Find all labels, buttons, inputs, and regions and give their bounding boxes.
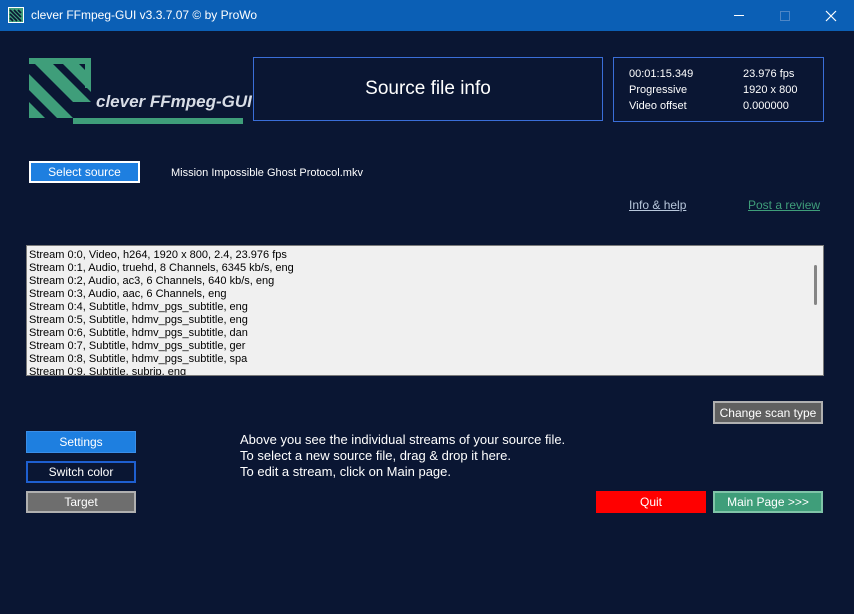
stream-list-scrollbar[interactable] bbox=[808, 247, 823, 374]
quit-button[interactable]: Quit bbox=[596, 491, 706, 513]
close-icon bbox=[825, 10, 837, 21]
list-item[interactable]: Stream 0:2, Audio, ac3, 6 Channels, 640 … bbox=[29, 275, 274, 288]
app-logo-icon bbox=[8, 7, 24, 23]
help-line: Above you see the individual streams of … bbox=[240, 432, 566, 447]
list-item[interactable]: Stream 0:4, Subtitle, hdmv_pgs_subtitle,… bbox=[29, 301, 248, 314]
target-button[interactable]: Target bbox=[26, 491, 136, 513]
maximize-icon bbox=[780, 10, 790, 21]
app-logo bbox=[27, 56, 245, 126]
duration-value: 00:01:15.349 bbox=[629, 68, 694, 80]
video-offset-value: 0.000000 bbox=[743, 100, 789, 112]
close-button[interactable] bbox=[808, 0, 854, 31]
list-item[interactable]: Stream 0:5, Subtitle, hdmv_pgs_subtitle,… bbox=[29, 314, 248, 327]
maximize-button[interactable] bbox=[762, 0, 808, 31]
window-title: clever FFmpeg-GUI v3.3.7.07 © by ProWo bbox=[31, 8, 258, 22]
info-help-link[interactable]: Info & help bbox=[629, 198, 686, 212]
list-item[interactable]: Stream 0:8, Subtitle, hdmv_pgs_subtitle,… bbox=[29, 353, 247, 366]
video-offset-label: Video offset bbox=[629, 100, 687, 112]
logo-text: clever FFmpeg-GUI bbox=[96, 92, 252, 111]
settings-button[interactable]: Settings bbox=[26, 431, 136, 453]
title-bar[interactable]: clever FFmpeg-GUI v3.3.7.07 © by ProWo bbox=[0, 0, 854, 31]
resolution-value: 1920 x 800 bbox=[743, 84, 798, 96]
list-item[interactable]: Stream 0:6, Subtitle, hdmv_pgs_subtitle,… bbox=[29, 327, 248, 340]
scrollbar-thumb[interactable] bbox=[814, 265, 817, 305]
list-item[interactable]: Stream 0:1, Audio, truehd, 8 Channels, 6… bbox=[29, 262, 294, 275]
source-filename: Mission Impossible Ghost Protocol.mkv bbox=[171, 167, 363, 179]
list-item[interactable]: Stream 0:7, Subtitle, hdmv_pgs_subtitle,… bbox=[29, 340, 245, 353]
help-line: To edit a stream, click on Main page. bbox=[240, 464, 451, 479]
fps-value: 23.976 fps bbox=[743, 68, 795, 80]
minimize-button[interactable] bbox=[716, 0, 762, 31]
minimize-icon bbox=[734, 15, 744, 16]
help-line: To select a new source file, drag & drop… bbox=[240, 448, 511, 463]
change-scan-type-button[interactable]: Change scan type bbox=[713, 401, 823, 424]
select-source-button[interactable]: Select source bbox=[29, 161, 140, 183]
stream-list[interactable]: Stream 0:0, Video, h264, 1920 x 800, 2.4… bbox=[26, 245, 824, 376]
help-text: Above you see the individual streams of … bbox=[240, 432, 565, 480]
switch-color-button[interactable]: Switch color bbox=[26, 461, 136, 483]
stats-panel: 00:01:15.349 23.976 fps Progressive 1920… bbox=[613, 57, 824, 122]
source-info-panel: Source file info bbox=[253, 57, 603, 121]
logo-graphic bbox=[29, 58, 243, 124]
main-page-button[interactable]: Main Page >>> bbox=[713, 491, 823, 513]
list-item[interactable]: Stream 0:3, Audio, aac, 6 Channels, eng bbox=[29, 288, 227, 301]
post-review-link[interactable]: Post a review bbox=[748, 198, 820, 212]
scan-type-value: Progressive bbox=[629, 84, 688, 96]
list-item[interactable]: Stream 0:0, Video, h264, 1920 x 800, 2.4… bbox=[29, 249, 287, 262]
source-info-title: Source file info bbox=[365, 78, 491, 99]
list-item[interactable]: Stream 0:9, Subtitle, subrip, eng bbox=[29, 366, 186, 375]
